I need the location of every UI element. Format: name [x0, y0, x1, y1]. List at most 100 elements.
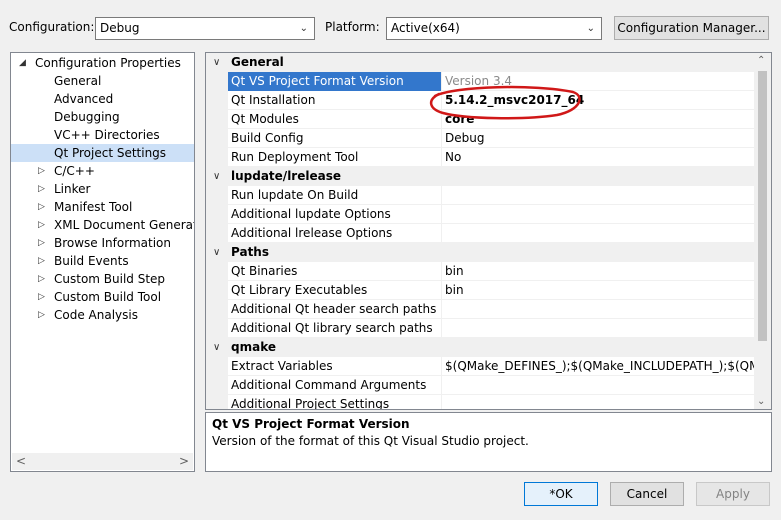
grid-property-row[interactable]: Additional Command Arguments [206, 376, 755, 395]
grid-property-row[interactable]: Additional lrelease Options [206, 224, 755, 243]
scroll-up-icon[interactable]: ⌃ [757, 55, 765, 66]
property-name: Qt Installation [231, 93, 316, 107]
property-value[interactable]: No [445, 148, 755, 167]
tree-item[interactable]: ▷ Custom Build Tool [11, 288, 194, 306]
tree-item[interactable]: Qt Project Settings [11, 144, 194, 162]
configuration-manager-button[interactable]: Configuration Manager... [614, 16, 769, 40]
apply-button[interactable]: Apply [696, 482, 770, 506]
grid-property-row[interactable]: Qt Installation 5.14.2_msvc2017_64 [206, 91, 755, 110]
collapsed-triangle-icon[interactable]: ▷ [38, 252, 45, 270]
property-value[interactable]: 5.14.2_msvc2017_64 [445, 91, 755, 110]
collapsed-triangle-icon[interactable]: ▷ [38, 288, 45, 306]
tree-item-label: VC++ Directories [54, 128, 160, 142]
collapse-icon[interactable]: ∨ [213, 338, 220, 357]
grid-property-row[interactable]: Qt Binaries bin [206, 262, 755, 281]
tree-item[interactable]: ▷ Manifest Tool [11, 198, 194, 216]
description-text: Version of the format of this Qt Visual … [212, 434, 529, 448]
tree-item[interactable]: ▷ Linker [11, 180, 194, 198]
platform-label: Platform: [325, 20, 380, 34]
chevron-down-icon: ⌄ [299, 23, 308, 34]
tree-item[interactable]: VC++ Directories [11, 126, 194, 144]
property-value[interactable]: bin [445, 262, 755, 281]
tree-item[interactable]: ▷ C/C++ [11, 162, 194, 180]
collapse-icon[interactable]: ∨ [213, 243, 220, 262]
grid-property-row[interactable]: Run lupdate On Build [206, 186, 755, 205]
scroll-down-icon[interactable]: ⌄ [757, 396, 765, 407]
tree-horizontal-scrollbar[interactable]: < > [12, 453, 193, 470]
collapsed-triangle-icon[interactable]: ▷ [38, 234, 45, 252]
tree-item[interactable]: ▷ XML Document Generator [11, 216, 194, 234]
row-margin [206, 300, 228, 319]
property-name: Qt Binaries [231, 264, 298, 278]
property-value[interactable]: $(QMake_DEFINES_);$(QMake_INCLUDEPATH_);… [445, 357, 755, 376]
grid-property-row[interactable]: Build Config Debug [206, 129, 755, 148]
grid-property-row[interactable]: Qt VS Project Format Version Version 3.4 [206, 72, 755, 91]
cancel-button[interactable]: Cancel [610, 482, 684, 506]
property-tree[interactable]: ◢ Configuration Properties General Advanc… [10, 52, 195, 472]
grid-property-row[interactable]: Additional Qt library search paths [206, 319, 755, 338]
collapse-icon[interactable]: ∨ [213, 53, 220, 72]
property-name: Additional lrelease Options [231, 226, 393, 240]
grid-category[interactable]: ∨ Paths [206, 243, 755, 262]
row-margin [206, 376, 228, 395]
property-value[interactable]: Debug [445, 129, 755, 148]
grid-property-row[interactable]: Qt Modules core [206, 110, 755, 129]
property-name: Additional Command Arguments [231, 378, 427, 392]
property-value[interactable]: core [445, 110, 755, 129]
collapsed-triangle-icon[interactable]: ▷ [38, 162, 45, 180]
collapse-icon[interactable]: ∨ [213, 167, 220, 186]
property-name: General [231, 55, 284, 69]
tree-item-label: XML Document Generator [54, 218, 195, 232]
grid-category[interactable]: ∨ lupdate/lrelease [206, 167, 755, 186]
grid-category[interactable]: ∨ qmake [206, 338, 755, 357]
row-margin [206, 224, 228, 243]
tree-item[interactable]: General [11, 72, 194, 90]
property-value[interactable]: Version 3.4 [445, 72, 755, 91]
ok-button[interactable]: *OK [524, 482, 598, 506]
collapsed-triangle-icon[interactable]: ▷ [38, 306, 45, 324]
grid-property-row[interactable]: Qt Library Executables bin [206, 281, 755, 300]
property-name: Additional lupdate Options [231, 207, 391, 221]
grid-property-row[interactable]: Run Deployment Tool No [206, 148, 755, 167]
collapsed-triangle-icon[interactable]: ▷ [38, 216, 45, 234]
tree-item-label: Linker [54, 182, 91, 196]
collapsed-triangle-icon[interactable]: ▷ [38, 180, 45, 198]
tree-item[interactable]: ▷ Build Events [11, 252, 194, 270]
grid-vertical-scrollbar[interactable]: ⌃ ⌄ [754, 53, 771, 409]
row-margin [206, 110, 228, 129]
scroll-right-icon[interactable]: > [179, 454, 189, 468]
grid-property-row[interactable]: Extract Variables $(QMake_DEFINES_);$(QMa… [206, 357, 755, 376]
configuration-select[interactable]: Debug ⌄ [95, 17, 315, 40]
row-margin [206, 357, 228, 376]
column-divider[interactable] [441, 53, 442, 409]
grid-property-row[interactable]: Additional Qt header search paths [206, 300, 755, 319]
collapsed-triangle-icon[interactable]: ▷ [38, 198, 45, 216]
property-name: qmake [231, 340, 276, 354]
property-name: Extract Variables [231, 359, 333, 373]
tree-item-label: Build Events [54, 254, 129, 268]
tree-item-configuration-properties[interactable]: ◢ Configuration Properties [11, 54, 194, 72]
property-name: Qt VS Project Format Version [231, 74, 404, 88]
row-margin [206, 72, 228, 91]
row-margin [206, 129, 228, 148]
grid-property-row[interactable]: Additional Project Settings [206, 395, 755, 410]
row-margin [206, 205, 228, 224]
property-name: Additional Project Settings [231, 397, 390, 410]
tree-item[interactable]: Advanced [11, 90, 194, 108]
platform-value: Active(x64) [391, 21, 460, 35]
property-grid[interactable]: ∨ General Qt VS Project Format Version Vers… [205, 52, 772, 410]
tree-item[interactable]: Debugging [11, 108, 194, 126]
scroll-left-icon[interactable]: < [16, 454, 26, 468]
tree-item[interactable]: ▷ Custom Build Step [11, 270, 194, 288]
expanded-triangle-icon[interactable]: ◢ [19, 54, 26, 72]
scroll-thumb[interactable] [758, 71, 767, 341]
property-name: Build Config [231, 131, 304, 145]
tree-item[interactable]: ▷ Browse Information [11, 234, 194, 252]
grid-category[interactable]: ∨ General [206, 53, 755, 72]
grid-property-row[interactable]: Additional lupdate Options [206, 205, 755, 224]
collapsed-triangle-icon[interactable]: ▷ [38, 270, 45, 288]
tree-item-label: Custom Build Tool [54, 290, 162, 304]
tree-item[interactable]: ▷ Code Analysis [11, 306, 194, 324]
property-value[interactable]: bin [445, 281, 755, 300]
platform-select[interactable]: Active(x64) ⌄ [386, 17, 602, 40]
